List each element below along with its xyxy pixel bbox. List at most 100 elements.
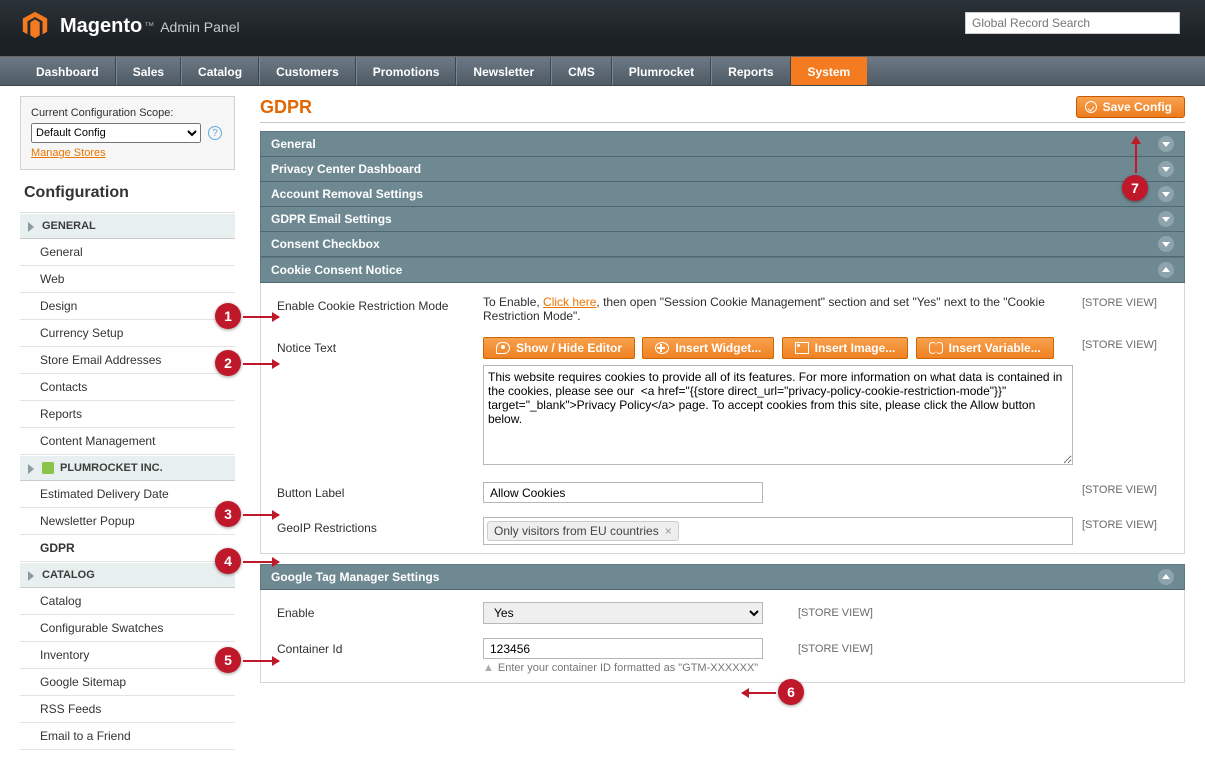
variable-icon [929,342,943,354]
container-id-input[interactable] [483,638,763,659]
scope-help-icon[interactable]: ? [208,126,222,140]
insert-variable-button[interactable]: Insert Variable... [916,337,1054,359]
widget-icon [655,342,669,354]
insert-image-button[interactable]: Insert Image... [782,337,909,359]
nav-plumrocket[interactable]: Plumrocket [612,57,711,85]
scope-tag: [STORE VIEW] [1082,297,1157,309]
button-label-label: Button Label [273,482,483,500]
scope-tag: [STORE VIEW] [1082,484,1157,496]
annotation-arrow [243,316,279,318]
section-header[interactable]: Account Removal Settings [260,182,1185,207]
nav-promotions[interactable]: Promotions [356,57,457,85]
annotation-arrow [243,363,279,365]
section-cookie-consent[interactable]: Cookie Consent Notice [260,257,1185,283]
sidebar-item-newsletter-popup[interactable]: Newsletter Popup [20,508,235,535]
button-label-input[interactable] [483,482,763,503]
annotation-callout: 1 [215,303,241,329]
annotation-arrow [243,514,279,516]
nav-dashboard[interactable]: Dashboard [20,57,116,85]
save-config-button[interactable]: Save Config [1076,96,1185,118]
sidebar-item-content-management[interactable]: Content Management [20,428,235,455]
annotation-callout: 4 [215,548,241,574]
annotation-arrow [243,660,279,662]
brand-sub: Admin Panel [160,19,239,35]
annotation-callout: 2 [215,350,241,376]
manage-stores-link[interactable]: Manage Stores [31,147,106,159]
scope-tag: [STORE VIEW] [798,643,873,655]
container-id-label: Container Id [273,638,483,656]
click-here-link[interactable]: Click here [543,295,596,309]
section-header[interactable]: Privacy Center Dashboard [260,157,1185,182]
gtm-enable-select[interactable]: Yes [483,602,763,624]
annotation-callout: 7 [1122,175,1148,201]
nav-system[interactable]: System [791,57,868,85]
enable-cookie-label: Enable Cookie Restriction Mode [273,295,483,313]
section-header[interactable]: Consent Checkbox [260,232,1185,257]
chevron-up-icon [1158,569,1174,585]
section-header[interactable]: General [260,131,1185,157]
magento-logo-icon [20,10,50,43]
sidebar-item-gdpr[interactable]: GDPR [20,535,235,562]
sidebar-item-store-email-addresses[interactable]: Store Email Addresses [20,347,235,374]
sidebar-title: Configuration [20,170,235,213]
sidebar-group-title[interactable]: CATALOG [20,562,235,588]
sidebar-item-rss-feeds[interactable]: RSS Feeds [20,696,235,723]
geoip-tag[interactable]: Only visitors from EU countries× [487,521,679,541]
check-circle-icon [1085,101,1097,113]
admin-header: Magento ™ Admin Panel [0,0,1205,56]
insert-widget-button[interactable]: Insert Widget... [642,337,774,359]
scope-label: Current Configuration Scope: [31,107,224,119]
config-scope-box: Current Configuration Scope: Default Con… [20,96,235,170]
sidebar-item-configurable-swatches[interactable]: Configurable Swatches [20,615,235,642]
sidebar-item-currency-setup[interactable]: Currency Setup [20,320,235,347]
enable-cookie-text: To Enable, Click here, then open "Sessio… [483,295,1072,323]
geoip-selector[interactable]: Only visitors from EU countries× [483,517,1073,545]
sidebar-item-web[interactable]: Web [20,266,235,293]
scope-select[interactable]: Default Config [31,123,201,143]
global-search[interactable] [965,12,1180,34]
top-nav: DashboardSalesCatalogCustomersPromotions… [0,56,1205,86]
gtm-enable-label: Enable [273,602,483,620]
chevron-up-icon [1158,262,1174,278]
nav-sales[interactable]: Sales [116,57,181,85]
scope-tag: [STORE VIEW] [1082,339,1157,351]
annotation-callout: 5 [215,647,241,673]
sidebar-item-catalog[interactable]: Catalog [20,588,235,615]
sidebar: Current Configuration Scope: Default Con… [20,96,235,750]
sidebar-group-title[interactable]: GENERAL [20,213,235,239]
sidebar-item-google-sitemap[interactable]: Google Sitemap [20,669,235,696]
sidebar-group-title[interactable]: PLUMROCKET INC. [20,455,235,481]
eye-icon [496,342,510,354]
sidebar-item-inventory[interactable]: Inventory [20,642,235,669]
sidebar-item-estimated-delivery-date[interactable]: Estimated Delivery Date [20,481,235,508]
chevron-down-icon [1158,236,1174,252]
nav-catalog[interactable]: Catalog [181,57,259,85]
global-search-input[interactable] [965,12,1180,34]
notice-textarea[interactable] [483,365,1073,465]
nav-newsletter[interactable]: Newsletter [456,57,551,85]
annotation-arrow [742,692,776,694]
section-header[interactable]: GDPR Email Settings [260,207,1185,232]
sidebar-item-email-to-a-friend[interactable]: Email to a Friend [20,723,235,750]
section-gtm-body: Enable Yes [STORE VIEW] Container Id [ST… [260,590,1185,683]
main-content: GDPR Save Config GeneralPrivacy Center D… [260,96,1185,750]
section-gtm[interactable]: Google Tag Manager Settings [260,564,1185,590]
annotation-arrow [243,561,279,563]
annotation-callout: 3 [215,501,241,527]
sidebar-item-contacts[interactable]: Contacts [20,374,235,401]
remove-tag-icon[interactable]: × [665,524,672,538]
notice-text-label: Notice Text [273,337,483,355]
show-hide-editor-button[interactable]: Show / Hide Editor [483,337,635,359]
chevron-down-icon [1158,211,1174,227]
chevron-down-icon [1158,161,1174,177]
chevron-down-icon [1158,186,1174,202]
nav-cms[interactable]: CMS [551,57,612,85]
section-cookie-consent-body: Enable Cookie Restriction Mode To Enable… [260,283,1185,554]
page-title: GDPR [260,97,312,118]
sidebar-item-design[interactable]: Design [20,293,235,320]
nav-reports[interactable]: Reports [711,57,790,85]
chevron-down-icon [1158,136,1174,152]
nav-customers[interactable]: Customers [259,57,356,85]
sidebar-item-general[interactable]: General [20,239,235,266]
sidebar-item-reports[interactable]: Reports [20,401,235,428]
